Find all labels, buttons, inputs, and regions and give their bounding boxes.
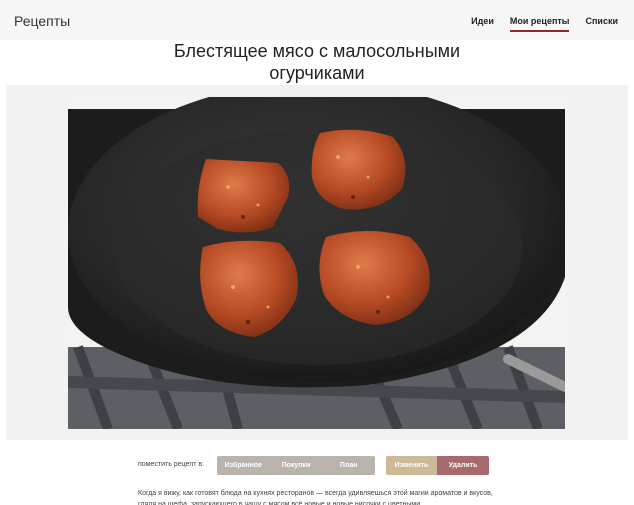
- recipe-title-line-1: Блестящее мясо с малосольными: [173, 41, 461, 61]
- recipe-photo: [68, 97, 565, 429]
- favorites-button[interactable]: Избранное: [217, 456, 270, 475]
- save-to-label: поместить рецепт в:: [138, 461, 205, 468]
- recipe-title-line-2: огурчиками: [269, 63, 365, 83]
- recipe-description: Когда я вижу, как готовят блюда на кухня…: [138, 490, 493, 505]
- save-to-segment-group: Избранное Покупки План: [217, 456, 375, 475]
- main-nav: Идеи Мои рецепты Списки: [471, 16, 618, 32]
- nav-item-ideas[interactable]: Идеи: [471, 16, 494, 32]
- nav-item-lists[interactable]: Списки: [585, 16, 618, 32]
- edit-button[interactable]: Изменить: [386, 456, 437, 475]
- recipe-actions: поместить рецепт в: Избранное Покупки Пл…: [0, 455, 634, 477]
- recipe-title: Блестящее мясо с малосольными огурчиками: [0, 40, 634, 84]
- recipe-photo-frame: [6, 85, 628, 440]
- shopping-button[interactable]: Покупки: [270, 456, 323, 475]
- recipe-photo-image: [68, 97, 565, 429]
- plan-button[interactable]: План: [322, 456, 375, 475]
- nav-item-my-recipes[interactable]: Мои рецепты: [509, 16, 570, 32]
- site-brand[interactable]: Рецепты: [14, 13, 70, 29]
- top-bar: Рецепты Идеи Мои рецепты Списки: [0, 0, 634, 40]
- delete-button[interactable]: Удалить: [437, 456, 489, 475]
